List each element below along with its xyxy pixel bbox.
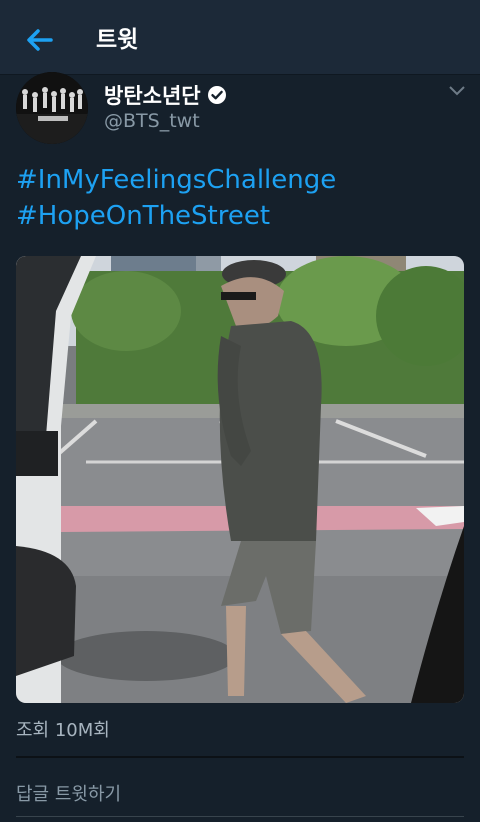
author-name: 방탄소년단 [104, 84, 201, 108]
reply-input[interactable]: 답글 트윗하기 [16, 780, 121, 806]
divider [16, 756, 464, 758]
verified-badge-icon [207, 86, 226, 104]
divider [16, 816, 464, 817]
author-name-row[interactable]: 방탄소년단 [104, 80, 227, 110]
arrow-left-icon[interactable] [22, 22, 58, 58]
chevron-down-icon[interactable] [448, 84, 466, 98]
hashtag-link[interactable]: #HopeOnTheStreet [16, 198, 336, 234]
avatar[interactable] [16, 72, 88, 144]
author-handle[interactable]: @BTS_twt [104, 110, 200, 132]
tweet-text: #InMyFeelingsChallenge #HopeOnTheStreet [16, 162, 336, 234]
video-thumbnail [16, 256, 464, 703]
view-count: 조회 10M회 [16, 720, 110, 741]
video-player[interactable] [16, 256, 464, 703]
top-app-bar: 트윗 [0, 0, 480, 74]
reply-bar[interactable]: 답글 트윗하기 [0, 760, 480, 822]
page-title: 트윗 [96, 27, 139, 53]
hashtag-link[interactable]: #InMyFeelingsChallenge [16, 162, 336, 198]
